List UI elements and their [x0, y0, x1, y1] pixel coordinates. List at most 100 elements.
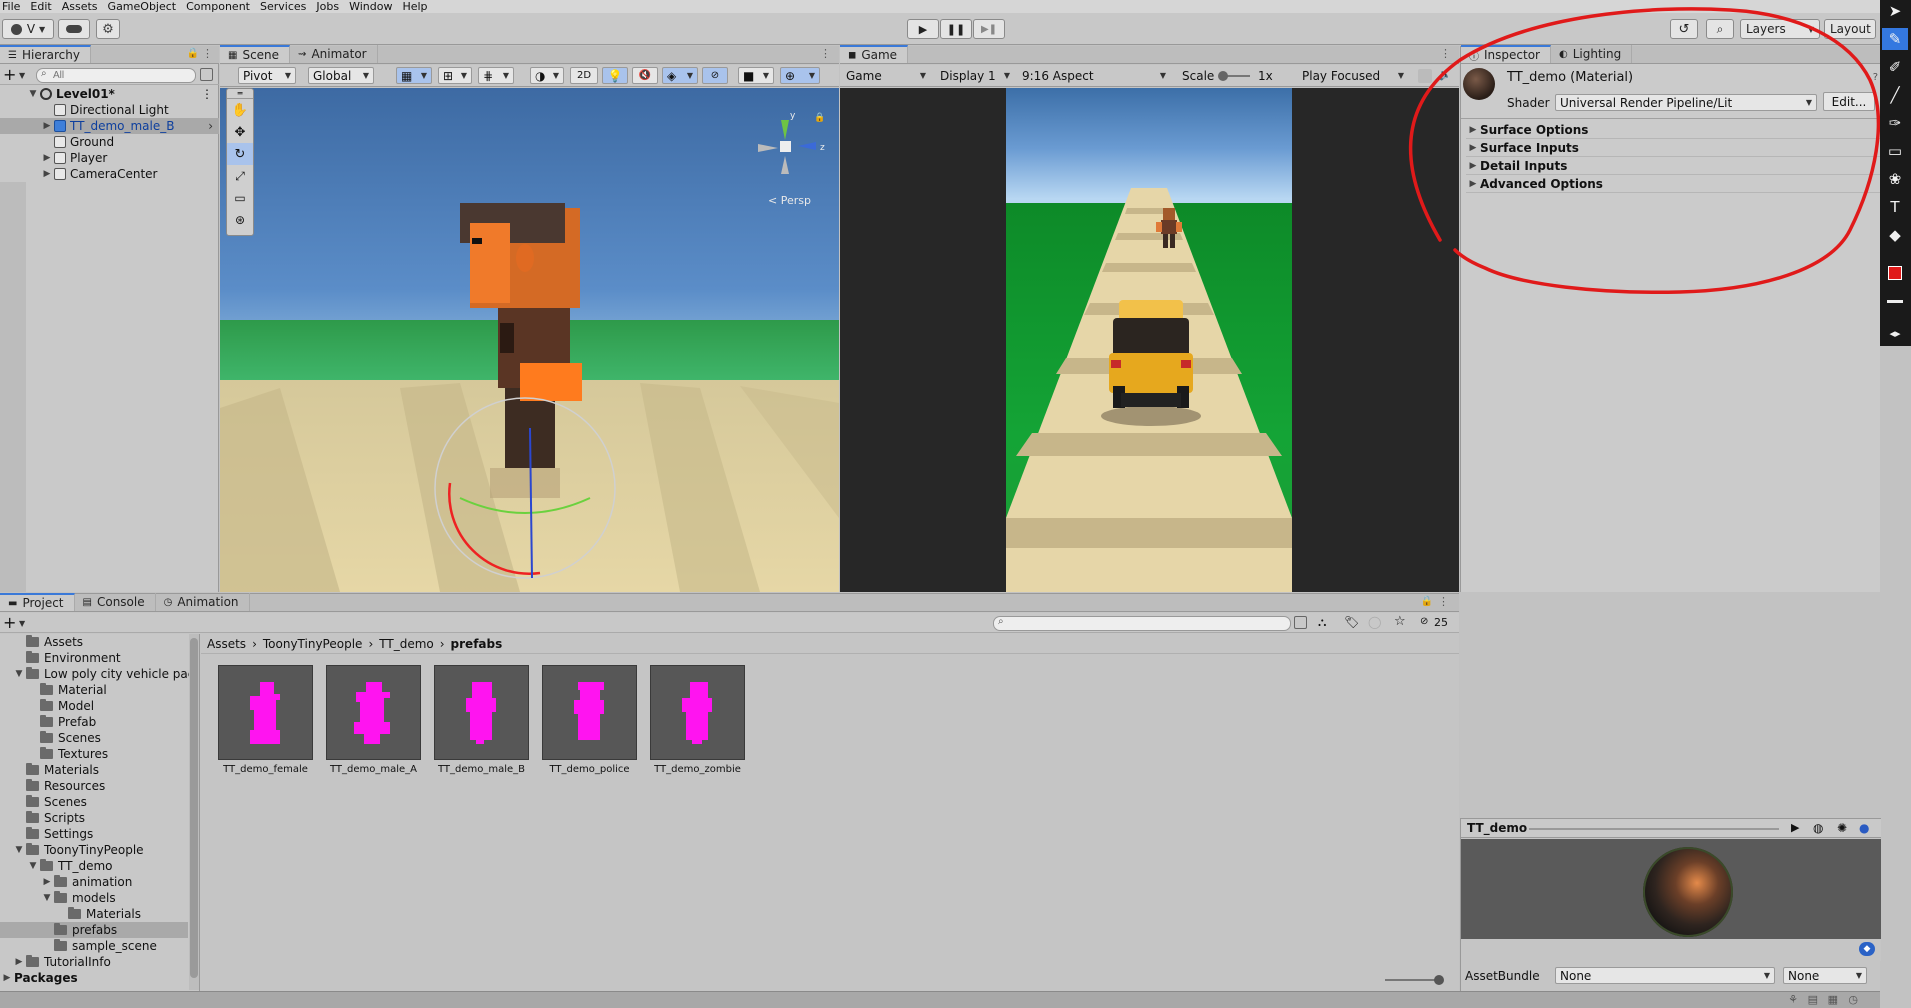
lighting-toggle[interactable]: 💡 [602, 67, 628, 84]
lock-icon[interactable]: 🔒 [187, 48, 199, 59]
prefab-tt-demo-female[interactable]: TT_demo_female [218, 665, 313, 777]
history-button[interactable]: ↺ [1670, 19, 1698, 39]
aspect-dropdown[interactable]: 9:16 Aspect ▼ [1018, 67, 1170, 84]
gizmos-dropdown[interactable]: ⊕ ▼ [780, 67, 820, 84]
orientation-gizmo[interactable]: y z 🔒 [750, 108, 830, 188]
layers-dropdown[interactable]: Layers ▼ [1740, 19, 1820, 39]
search-button[interactable]: ⌕ [1706, 19, 1734, 39]
grid-snap-toggle[interactable]: ▦ ▼ [396, 67, 432, 84]
breadcrumb-toonytinypeople[interactable]: ToonyTinyPeople [263, 637, 363, 651]
expand-arrow-icon[interactable]: ▶ [40, 121, 54, 131]
search-filter-icon[interactable] [200, 68, 213, 81]
assetbundle-variant-dropdown[interactable]: None ▼ [1783, 967, 1867, 984]
thumbnail-size-slider[interactable] [1385, 975, 1444, 985]
tree-folder-scenes[interactable]: Scenes [0, 794, 87, 810]
text-icon[interactable]: T [1882, 196, 1908, 218]
tree-item-tt-demo-male-b[interactable]: ▶ TT_demo_male_B › [0, 118, 219, 134]
preview-viewport[interactable] [1461, 839, 1881, 939]
tree-item-level01[interactable]: ▼ Level01* ⋮ [0, 86, 219, 102]
preview-drag-handle[interactable] [1529, 828, 1779, 830]
cloud-button[interactable] [58, 19, 90, 39]
lock-icon[interactable]: 🔒 [1421, 596, 1433, 607]
expand-arrow-icon[interactable]: ▶ [40, 153, 54, 163]
preview-sphere-icon[interactable]: ● [1859, 821, 1869, 835]
breadcrumb-prefabs[interactable]: prefabs [451, 637, 503, 651]
game-viewport[interactable] [840, 88, 1459, 592]
kebab-icon[interactable]: ⋮ [202, 47, 213, 60]
tree-folder-settings[interactable]: Settings [0, 826, 93, 842]
pivot-dropdown[interactable]: Pivot ▼ [238, 67, 296, 84]
scale-slider-thumb[interactable] [1218, 71, 1228, 81]
project-search-input[interactable] [993, 616, 1291, 631]
preview-mesh-icon[interactable]: ◍ [1813, 821, 1823, 835]
scene-viewport[interactable]: y z 🔒 < Persp ═ ✋ ✥ ↻ ⤢ ▭ ⊛ [220, 88, 839, 592]
add-icon[interactable]: + [3, 613, 16, 633]
foldout-surface-inputs[interactable]: ▶ Surface Inputs [1466, 140, 1880, 157]
play-icon[interactable]: ▶ [1791, 821, 1799, 834]
tree-folder-scenes-lowpoly[interactable]: Scenes [0, 730, 101, 746]
stats-icon[interactable] [1418, 69, 1432, 83]
label-icon[interactable]: 🏷 [1344, 615, 1359, 629]
cursor-icon[interactable]: ➤ [1882, 0, 1908, 22]
stroke-width-icon[interactable] [1882, 290, 1908, 312]
tab-scene[interactable]: ▦ Scene [220, 45, 291, 63]
hierarchy-search-input[interactable] [36, 68, 196, 83]
stamp-icon[interactable]: ❀ [1882, 168, 1908, 190]
tree-folder-low-poly-city[interactable]: ▼ Low poly city vehicle pacl [0, 666, 198, 682]
toggle-2d-button[interactable]: 2D [570, 67, 598, 84]
eraser-icon[interactable]: ◆ [1882, 224, 1908, 246]
prefab-tt-demo-male-b[interactable]: TT_demo_male_B [434, 665, 529, 777]
help-icon[interactable]: ? [1873, 72, 1878, 83]
tab-game[interactable]: ◼ Game [840, 45, 909, 63]
search-by-type-icon[interactable] [1294, 616, 1307, 629]
marker-icon[interactable]: ✐ [1882, 56, 1908, 78]
saved-search-icon[interactable]: ◯ [1368, 615, 1381, 629]
line-icon[interactable]: ╱ [1882, 84, 1908, 106]
favorite-star-icon[interactable]: ☆ [1394, 614, 1406, 629]
menu-jobs[interactable]: Jobs [314, 0, 347, 13]
display-dropdown[interactable]: Display 1 ▼ [936, 67, 1014, 84]
menu-services[interactable]: Services [258, 0, 314, 13]
status-icon-1[interactable]: ⚘ [1788, 993, 1798, 1006]
step-button[interactable]: ▶❚ [973, 19, 1005, 39]
tree-folder-resources[interactable]: Resources [0, 778, 105, 794]
expand-toolbar-icon[interactable]: ◂▸ [1882, 322, 1908, 344]
kebab-icon[interactable]: ⋮ [820, 47, 831, 60]
layout-dropdown[interactable]: Layout [1824, 19, 1876, 39]
pen-icon[interactable]: ✎ [1882, 28, 1908, 50]
kebab-icon[interactable]: ⋮ [1438, 595, 1449, 608]
tree-folder-materials[interactable]: Materials [0, 762, 99, 778]
expand-arrow-icon[interactable]: ▶ [40, 169, 54, 179]
breadcrumb-assets[interactable]: Assets [207, 637, 246, 651]
collab-button[interactable]: ⚙ [96, 19, 120, 39]
transform-tool-icon[interactable]: ⊛ [227, 209, 253, 231]
palette-handle[interactable]: ═ [227, 89, 253, 99]
play-button[interactable]: ▶ [907, 19, 939, 39]
tree-folder-packages[interactable]: ▶ Packages [0, 970, 78, 986]
mute-audio-icon[interactable]: 🔈 [1438, 68, 1452, 81]
tree-folder-scripts[interactable]: Scripts [0, 810, 85, 826]
foldout-detail-inputs[interactable]: ▶ Detail Inputs [1466, 158, 1880, 175]
menu-component[interactable]: Component [184, 0, 258, 13]
pause-button[interactable]: ❚❚ [940, 19, 972, 39]
expand-arrow-icon[interactable]: ▼ [26, 89, 40, 99]
tree-item-ground[interactable]: Ground [0, 134, 114, 150]
foldout-advanced-options[interactable]: ▶ Advanced Options [1466, 176, 1880, 193]
effects-dropdown[interactable]: ◈ ▼ [662, 67, 698, 84]
preview-light-icon[interactable]: ✺ [1837, 821, 1847, 835]
hidden-objects-toggle[interactable]: ⊘ [702, 67, 728, 84]
shader-edit-button[interactable]: Edit... [1823, 92, 1875, 111]
persp-label[interactable]: < Persp [768, 194, 811, 207]
add-icon[interactable]: + [3, 65, 16, 85]
tree-folder-textures[interactable]: Textures [0, 746, 108, 762]
menu-assets[interactable]: Assets [60, 0, 106, 13]
prefab-tt-demo-police[interactable]: TT_demo_police [542, 665, 637, 777]
tree-folder-sample-scene[interactable]: sample_scene [0, 938, 157, 954]
color-swatch-red[interactable] [1882, 262, 1908, 284]
status-icon-2[interactable]: ▤ [1808, 993, 1818, 1006]
chevron-right-icon[interactable]: › [208, 119, 213, 133]
filter-icon[interactable]: ⛬ [1318, 615, 1326, 630]
menu-gameobject[interactable]: GameObject [106, 0, 185, 13]
kebab-icon[interactable]: ⋮ [201, 87, 213, 101]
increment-snap-toggle[interactable]: ⊞ ▼ [438, 67, 472, 84]
